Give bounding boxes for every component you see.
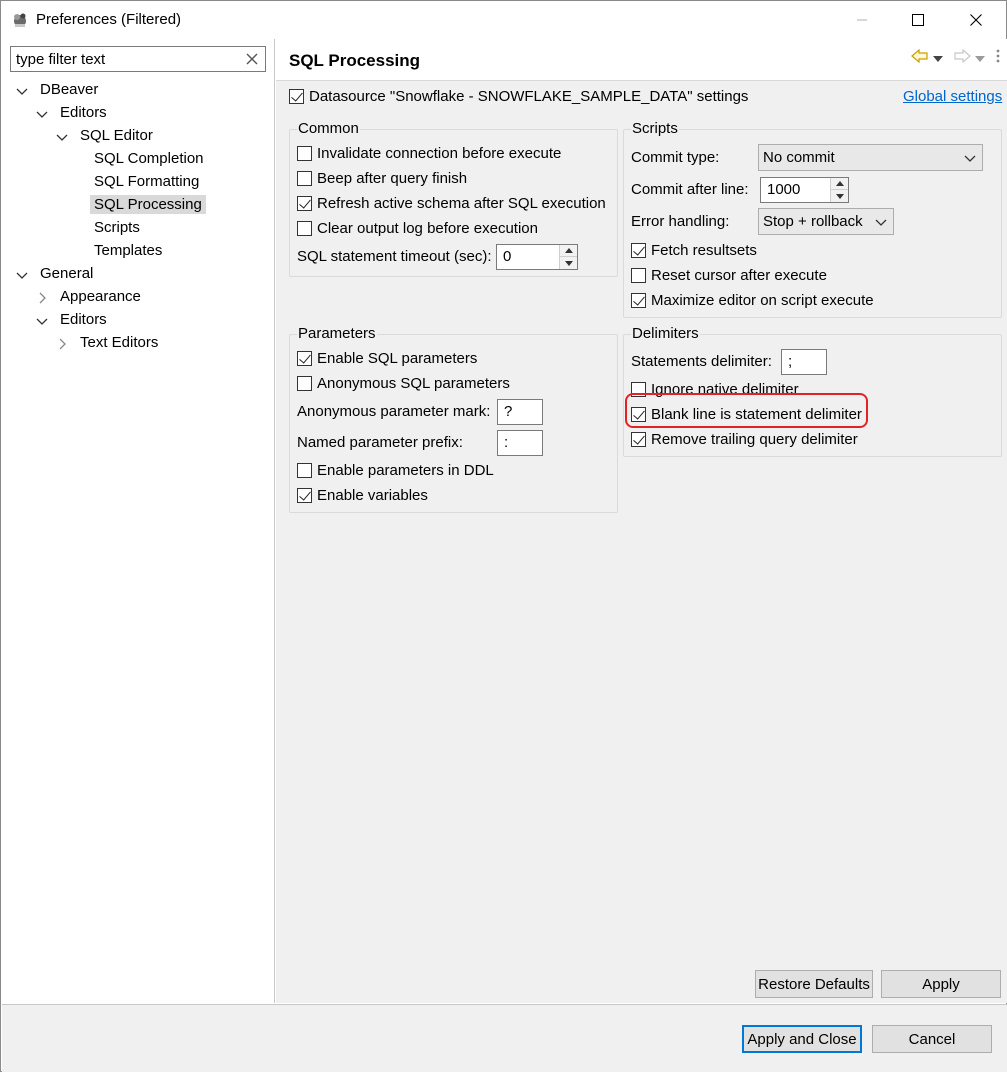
tree-item-scripts[interactable]: Scripts (90, 216, 144, 239)
tree-item-text-editors[interactable]: Text Editors (56, 331, 162, 354)
spinner-down-icon[interactable] (831, 190, 848, 202)
clear-filter-icon[interactable] (244, 51, 260, 67)
window-title: Preferences (Filtered) (36, 11, 182, 28)
forward-arrow-icon[interactable] (953, 48, 971, 67)
tree-item-sql-formatting[interactable]: SQL Formatting (90, 170, 203, 193)
dbeaver-logo-icon (11, 11, 29, 29)
tree-item-sql-completion[interactable]: SQL Completion (90, 147, 208, 170)
refresh-schema-checkbox[interactable]: Refresh active schema after SQL executio… (297, 195, 606, 212)
parameters-group-title: Parameters (297, 325, 377, 342)
page-navigation (911, 48, 1001, 67)
chevron-down-icon[interactable] (36, 314, 48, 326)
highlight-annotation (625, 393, 868, 428)
commit-after-label: Commit after line: (631, 181, 749, 198)
anonymous-parameters-checkbox[interactable]: Anonymous SQL parameters (297, 375, 510, 392)
page-title: SQL Processing (289, 51, 421, 70)
preferences-window: Preferences (Filtered) DBeaver (0, 0, 1007, 1072)
anonymous-mark-label: Anonymous parameter mark: (297, 403, 491, 420)
statements-delimiter-input[interactable]: ; (781, 349, 827, 375)
tree-item-general[interactable]: General (16, 262, 97, 285)
apply-and-close-button[interactable]: Apply and Close (742, 1025, 862, 1053)
statements-delimiter-label: Statements delimiter: (631, 353, 772, 370)
close-button[interactable] (947, 1, 1005, 39)
reset-cursor-checkbox[interactable]: Reset cursor after execute (631, 267, 827, 284)
filter-field[interactable] (10, 46, 266, 72)
fetch-resultsets-checkbox[interactable]: Fetch resultsets (631, 242, 757, 259)
preferences-navigation: DBeaver Editors SQL Editor SQL Completio… (2, 39, 275, 1003)
tree-item-appearance[interactable]: Appearance (36, 285, 145, 308)
chevron-down-icon[interactable] (56, 130, 68, 142)
beep-checkbox[interactable]: Beep after query finish (297, 170, 467, 187)
enable-variables-checkbox[interactable]: Enable variables (297, 487, 428, 504)
chevron-down-icon[interactable] (36, 107, 48, 119)
tree-item-templates[interactable]: Templates (90, 239, 166, 262)
anonymous-mark-input[interactable]: ? (497, 399, 543, 425)
maximize-editor-checkbox[interactable]: Maximize editor on script execute (631, 292, 874, 309)
forward-dropdown-icon[interactable] (975, 50, 985, 67)
enable-sql-parameters-checkbox[interactable]: Enable SQL parameters (297, 350, 477, 367)
chevron-down-icon[interactable] (16, 268, 28, 280)
restore-defaults-button[interactable]: Restore Defaults (755, 970, 873, 998)
commit-after-spinner[interactable]: 1000 (760, 177, 849, 203)
tree-item-sql-processing[interactable]: SQL Processing (90, 193, 206, 216)
tree-item-general-editors[interactable]: Editors (36, 308, 111, 331)
filter-input[interactable] (16, 50, 238, 69)
error-handling-label: Error handling: (631, 213, 730, 230)
cancel-button[interactable]: Cancel (872, 1025, 992, 1053)
named-prefix-label: Named parameter prefix: (297, 434, 463, 451)
chevron-right-icon[interactable] (56, 337, 68, 349)
named-prefix-input[interactable]: : (497, 430, 543, 456)
back-arrow-icon[interactable] (911, 48, 929, 67)
back-dropdown-icon[interactable] (933, 50, 943, 67)
checkbox[interactable] (289, 89, 304, 104)
clear-log-checkbox[interactable]: Clear output log before execution (297, 220, 538, 237)
remove-trailing-delimiter-checkbox[interactable]: Remove trailing query delimiter (631, 431, 858, 448)
chevron-down-icon[interactable] (16, 84, 28, 96)
global-settings-link[interactable]: Global settings (903, 88, 1002, 105)
error-handling-select[interactable]: Stop + rollback (758, 208, 894, 235)
spinner-down-icon[interactable] (560, 257, 577, 269)
scripts-group-title: Scripts (631, 120, 679, 137)
datasource-settings-checkbox[interactable]: Datasource "Snowflake - SNOWFLAKE_SAMPLE… (289, 88, 748, 105)
maximize-button[interactable] (889, 1, 947, 39)
chevron-down-icon (875, 215, 887, 232)
timeout-spinner[interactable]: 0 (496, 244, 578, 270)
apply-button[interactable]: Apply (881, 970, 1001, 998)
commit-type-label: Commit type: (631, 149, 720, 166)
page-header: SQL Processing (276, 39, 1007, 81)
common-group-title: Common (297, 120, 360, 137)
spinner-up-icon[interactable] (560, 245, 577, 257)
enable-ddl-parameters-checkbox[interactable]: Enable parameters in DDL (297, 462, 494, 479)
chevron-down-icon (964, 151, 976, 168)
chevron-right-icon[interactable] (36, 291, 48, 303)
invalidate-connection-checkbox[interactable]: Invalidate connection before execute (297, 145, 561, 162)
title-bar: Preferences (Filtered) (1, 1, 1006, 39)
spinner-up-icon[interactable] (831, 178, 848, 190)
tree-item-editors[interactable]: Editors (36, 101, 111, 124)
minimize-button[interactable] (833, 1, 891, 39)
timeout-label: SQL statement timeout (sec): (297, 248, 492, 265)
more-options-icon[interactable] (995, 49, 1001, 67)
tree-item-sql-editor[interactable]: SQL Editor (56, 124, 157, 147)
commit-type-select[interactable]: No commit (758, 144, 983, 171)
tree-item-dbeaver[interactable]: DBeaver (16, 78, 102, 101)
delimiters-group-title: Delimiters (631, 325, 700, 342)
